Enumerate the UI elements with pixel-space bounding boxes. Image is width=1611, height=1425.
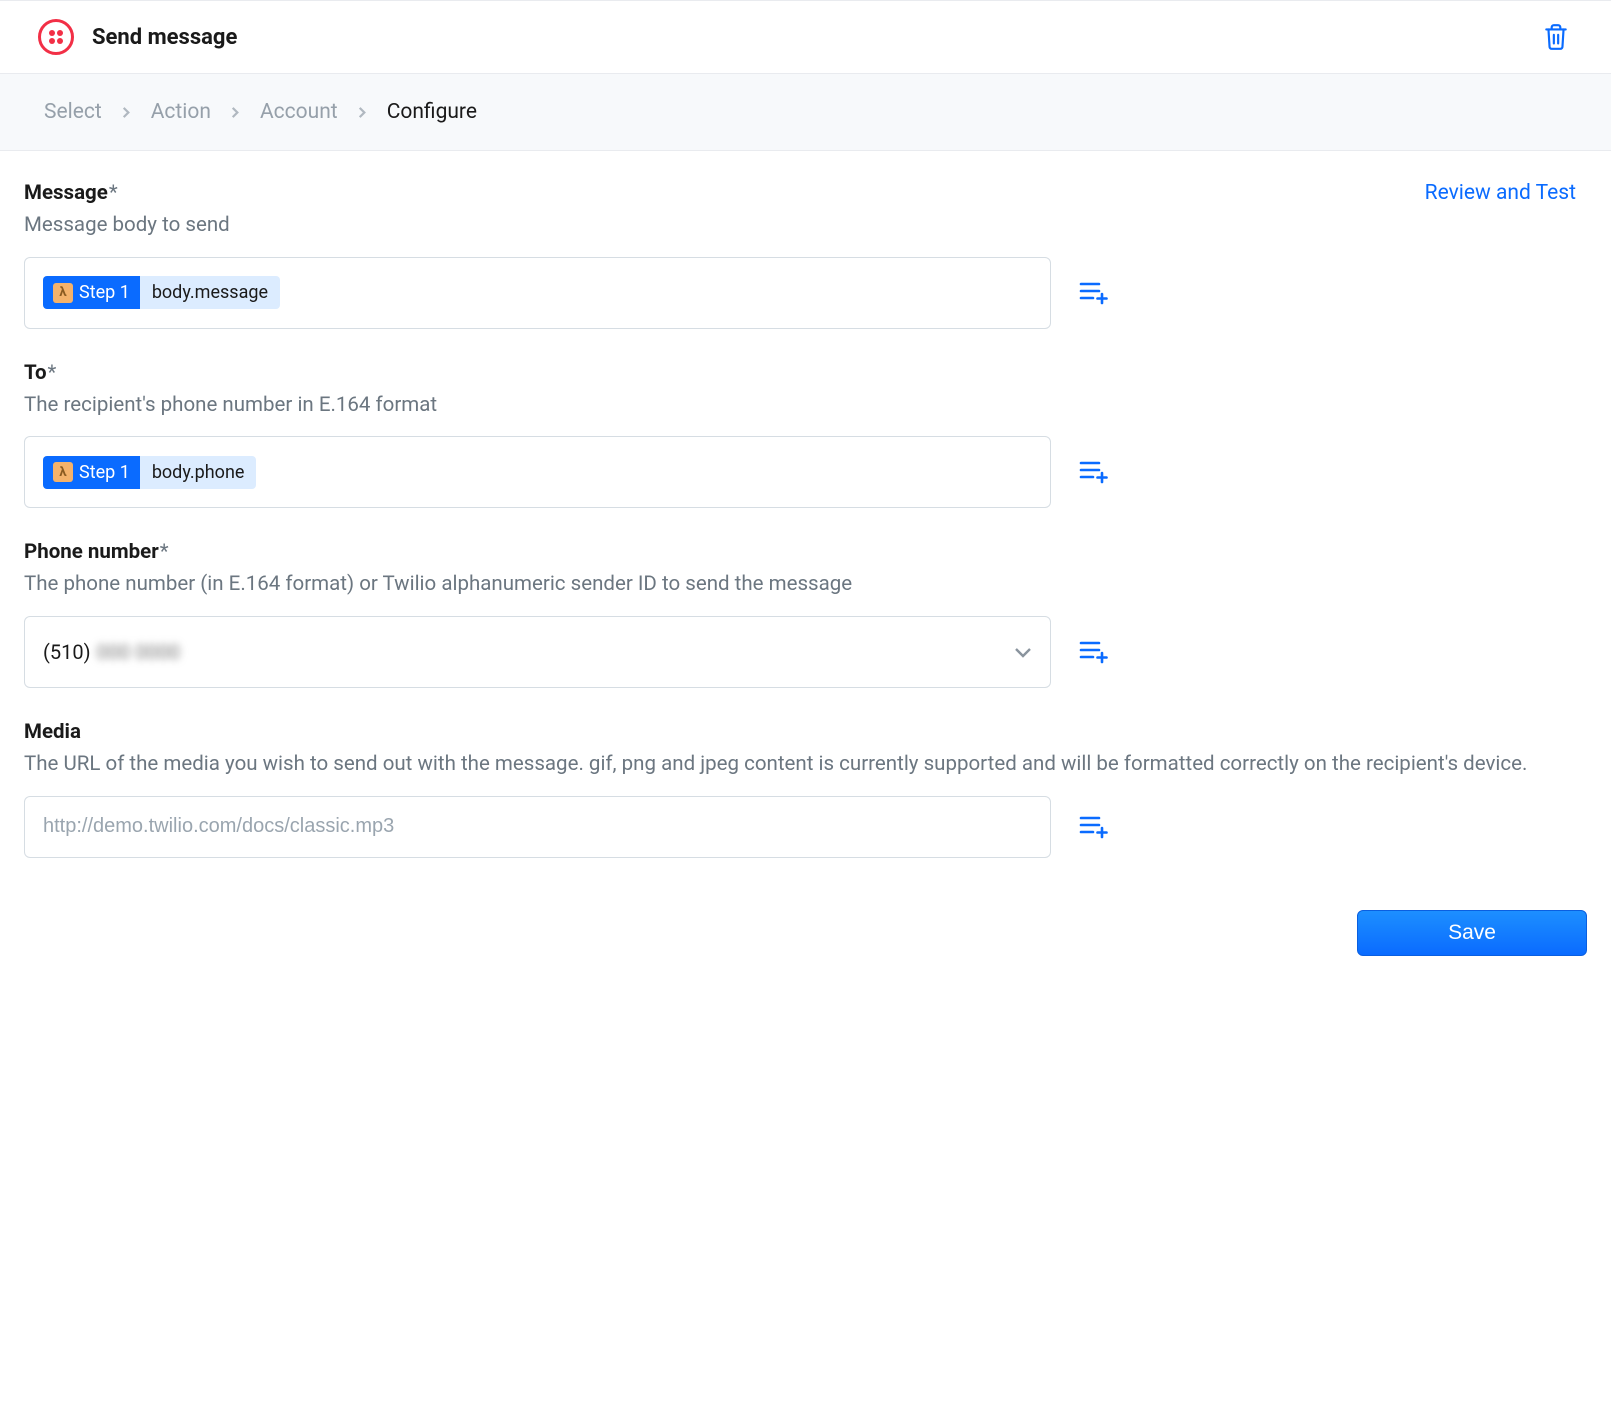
- media-input[interactable]: [43, 815, 1032, 838]
- message-input[interactable]: λ Step 1 body.message: [24, 257, 1051, 329]
- chevron-right-icon: [229, 106, 242, 119]
- breadcrumb-account[interactable]: Account: [260, 100, 338, 124]
- insert-variable-icon: [1079, 459, 1109, 485]
- field-message: Message* Message body to send λ Step 1 b…: [24, 181, 1587, 329]
- field-phone-number: Phone number* The phone number (in E.164…: [24, 540, 1587, 688]
- breadcrumb-action[interactable]: Action: [151, 100, 211, 124]
- chevron-right-icon: [120, 106, 133, 119]
- token-path: body.phone: [140, 456, 257, 489]
- variable-token[interactable]: λ Step 1 body.message: [43, 276, 280, 309]
- breadcrumb-select[interactable]: Select: [44, 100, 102, 124]
- insert-variable-icon: [1079, 814, 1109, 840]
- footer: Save: [0, 910, 1611, 972]
- phone-hidden: 000 0000: [97, 640, 181, 664]
- required-marker: *: [109, 181, 118, 205]
- insert-variable-icon: [1079, 280, 1109, 306]
- page-title: Send message: [92, 25, 237, 50]
- required-marker: *: [160, 540, 169, 564]
- field-media-label: Media: [24, 720, 1587, 744]
- field-message-label: Message*: [24, 181, 1587, 205]
- insert-variable-icon: [1079, 639, 1109, 665]
- phone-number-select[interactable]: (510) 000 0000: [24, 616, 1051, 688]
- required-marker: *: [48, 361, 57, 385]
- field-media-description: The URL of the media you wish to send ou…: [24, 750, 1587, 780]
- delete-step-button[interactable]: [1539, 19, 1573, 55]
- field-media: Media The URL of the media you wish to s…: [24, 720, 1587, 858]
- twilio-logo: [38, 19, 74, 55]
- header: Send message: [0, 0, 1611, 74]
- insert-variable-button[interactable]: [1075, 635, 1113, 669]
- trash-icon: [1543, 23, 1569, 51]
- token-step-label: Step 1: [79, 282, 130, 303]
- field-message-description: Message body to send: [24, 211, 1587, 241]
- lambda-icon: λ: [53, 462, 73, 482]
- insert-variable-button[interactable]: [1075, 455, 1113, 489]
- chevron-right-icon: [356, 106, 369, 119]
- field-to-label: To*: [24, 361, 1587, 385]
- configure-form: Review and Test Message* Message body to…: [0, 151, 1611, 910]
- phone-prefix: (510): [43, 640, 91, 664]
- field-phone-number-label: Phone number*: [24, 540, 1587, 564]
- to-input[interactable]: λ Step 1 body.phone: [24, 436, 1051, 508]
- insert-variable-button[interactable]: [1075, 810, 1113, 844]
- field-to-description: The recipient's phone number in E.164 fo…: [24, 391, 1587, 421]
- selected-value: (510) 000 0000: [43, 640, 180, 664]
- breadcrumb: Select Action Account Configure: [0, 74, 1611, 151]
- lambda-icon: λ: [53, 283, 73, 303]
- label-text: Phone number: [24, 540, 159, 564]
- token-step: λ Step 1: [43, 276, 140, 309]
- field-phone-number-description: The phone number (in E.164 format) or Tw…: [24, 570, 1587, 600]
- header-left: Send message: [38, 19, 237, 55]
- variable-token[interactable]: λ Step 1 body.phone: [43, 456, 256, 489]
- field-to: To* The recipient's phone number in E.16…: [24, 361, 1587, 509]
- label-text: Media: [24, 720, 81, 744]
- label-text: Message: [24, 181, 108, 205]
- insert-variable-button[interactable]: [1075, 276, 1113, 310]
- token-path: body.message: [140, 276, 280, 309]
- media-input-wrapper: [24, 796, 1051, 858]
- chevron-down-icon: [1014, 641, 1032, 664]
- save-button[interactable]: Save: [1357, 910, 1587, 956]
- label-text: To: [24, 361, 47, 385]
- review-and-test-link[interactable]: Review and Test: [1425, 181, 1576, 205]
- token-step: λ Step 1: [43, 456, 140, 489]
- breadcrumb-configure[interactable]: Configure: [387, 100, 477, 124]
- token-step-label: Step 1: [79, 462, 130, 483]
